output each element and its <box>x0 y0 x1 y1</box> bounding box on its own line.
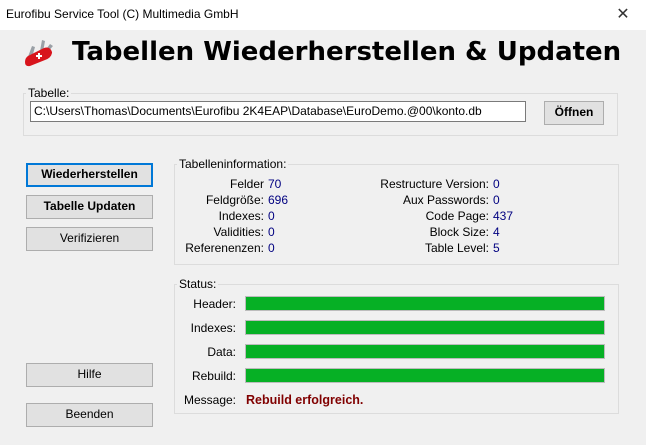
info-value: 437 <box>493 209 514 223</box>
status-legend: Status: <box>179 277 217 291</box>
info-value: 0 <box>493 193 500 207</box>
info-label: Aux Passwords: <box>402 193 489 207</box>
progress-fill <box>246 297 604 310</box>
progress-fill <box>246 345 604 358</box>
info-label: Indexes: <box>218 209 264 223</box>
table-path-field[interactable]: C:\Users\Thomas\Documents\Eurofibu 2K4EA… <box>30 101 526 122</box>
status-message: Rebuild erfolgreich. <box>246 393 364 407</box>
tabelle-legend: Tabelle: <box>28 86 70 100</box>
info-label: Referenenzen: <box>185 241 264 255</box>
info-label: Feldgröße: <box>205 193 264 207</box>
info-label: Block Size: <box>429 225 489 239</box>
progress-bar-indexes <box>245 320 605 335</box>
verify-button[interactable]: Verifizieren <box>26 227 153 251</box>
table-info-legend: Tabelleninformation: <box>179 157 287 171</box>
status-label-data: Data: <box>207 345 236 359</box>
restore-button[interactable]: Wiederherstellen <box>26 163 153 187</box>
status-label-indexes: Indexes: <box>190 321 236 335</box>
swiss-knife-icon <box>25 40 53 67</box>
progress-fill <box>246 369 604 382</box>
close-button[interactable]: ✕ <box>606 4 640 26</box>
info-value: 0 <box>268 241 275 255</box>
info-label: Table Level: <box>424 241 489 255</box>
close-icon: ✕ <box>616 6 630 23</box>
info-label: Felder <box>229 177 264 191</box>
help-button[interactable]: Hilfe <box>26 363 153 387</box>
info-value: 696 <box>268 193 289 207</box>
info-value: 0 <box>268 209 275 223</box>
info-label: Code Page: <box>425 209 489 223</box>
info-label: Restructure Version: <box>380 177 489 191</box>
page-title: Tabellen Wiederherstellen & Updaten <box>72 37 622 67</box>
message-label: Message: <box>183 393 236 407</box>
info-value: 5 <box>493 241 500 255</box>
progress-bar-header <box>245 296 605 311</box>
info-value: 4 <box>493 225 500 239</box>
open-button[interactable]: Öffnen <box>544 101 604 125</box>
status-label-header: Header: <box>193 297 236 311</box>
info-value: 70 <box>268 177 282 191</box>
info-value: 0 <box>493 177 500 191</box>
title-bar: Eurofibu Service Tool (C) Multimedia Gmb… <box>0 0 646 30</box>
progress-bar-rebuild <box>245 368 605 383</box>
exit-button[interactable]: Beenden <box>26 403 153 427</box>
window-title: Eurofibu Service Tool (C) Multimedia Gmb… <box>6 7 239 21</box>
progress-bar-data <box>245 344 605 359</box>
progress-fill <box>246 321 604 334</box>
info-value: 0 <box>268 225 275 239</box>
info-label: Validities: <box>213 225 264 239</box>
status-label-rebuild: Rebuild: <box>191 369 236 383</box>
update-table-button[interactable]: Tabelle Updaten <box>26 195 153 219</box>
